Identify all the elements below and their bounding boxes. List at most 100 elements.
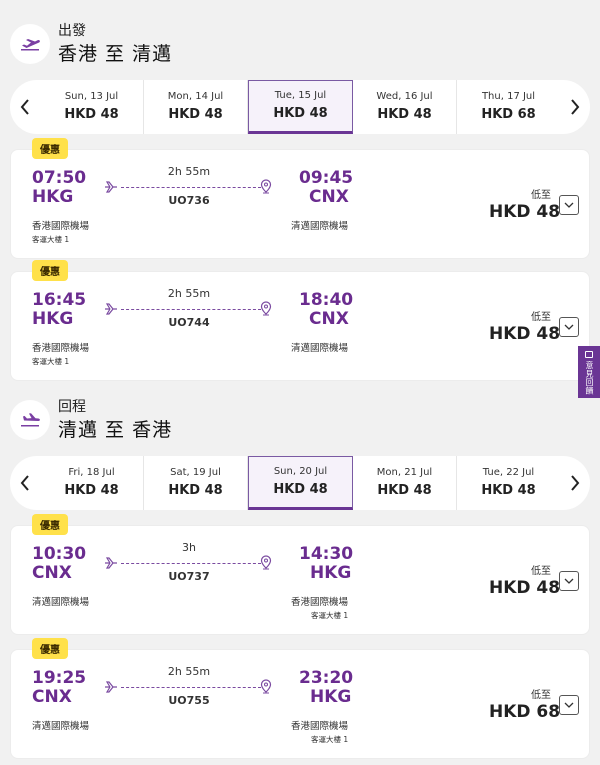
date-label: Tue, 22 Jul bbox=[482, 467, 535, 478]
from-price-label: 低至 bbox=[531, 690, 551, 701]
departure-time: 10:30 bbox=[32, 544, 87, 564]
fare-price: HKD 48 bbox=[489, 578, 561, 598]
feedback-icon bbox=[585, 351, 593, 358]
date-price: HKD 48 bbox=[481, 483, 536, 498]
chevron-left-icon bbox=[20, 99, 29, 115]
flight-number: UO755 bbox=[168, 694, 210, 707]
expand-fare-button[interactable] bbox=[559, 317, 579, 337]
fare-price: HKD 68 bbox=[489, 702, 561, 722]
arrival-terminal: 客運大樓 1 bbox=[311, 735, 349, 744]
arrival-terminal: 客運大樓 1 bbox=[311, 611, 349, 620]
date-price: HKD 48 bbox=[273, 106, 328, 121]
date-price: HKD 48 bbox=[64, 107, 119, 122]
from-price-label: 低至 bbox=[531, 566, 551, 577]
departure-airport: 清邁國際機場 bbox=[32, 721, 90, 732]
arrival-code: CNX bbox=[309, 309, 349, 329]
date-label: Mon, 14 Jul bbox=[167, 91, 224, 102]
date-label: Sat, 19 Jul bbox=[170, 467, 221, 478]
location-pin-icon bbox=[260, 301, 272, 316]
arrival-airport: 香港國際機場 bbox=[291, 721, 349, 732]
flight-number: UO744 bbox=[168, 316, 210, 329]
chevron-left-icon bbox=[20, 475, 29, 491]
departure-time: 16:45 bbox=[32, 290, 87, 310]
date-price: HKD 68 bbox=[481, 107, 536, 122]
flight-card[interactable]: 優惠 10:30 CNX 清邁國際機場 3h UO737 14:30 HKG 香… bbox=[10, 514, 590, 635]
deal-badge: 優惠 bbox=[32, 514, 68, 535]
arrival-time: 09:45 bbox=[299, 168, 354, 188]
arrival-code: HKG bbox=[310, 687, 352, 707]
flight-card[interactable]: 優惠 16:45 HKG 香港國際機場 客運大樓 1 2h 55m UO744 … bbox=[10, 260, 590, 381]
flight-card[interactable]: 優惠 19:25 CNX 清邁國際機場 2h 55m UO755 23:20 H… bbox=[10, 638, 590, 759]
plane-icon bbox=[105, 303, 117, 315]
deal-badge: 優惠 bbox=[32, 638, 68, 659]
location-pin-icon bbox=[260, 179, 272, 194]
date-label: Sun, 20 Jul bbox=[273, 466, 328, 477]
arrival-time: 23:20 bbox=[299, 668, 354, 688]
deal-badge: 優惠 bbox=[32, 260, 68, 281]
prev-dates-button[interactable] bbox=[10, 80, 40, 134]
date-option[interactable]: Mon, 14 Jul HKD 48 bbox=[144, 80, 248, 134]
date-label: Wed, 16 Jul bbox=[376, 91, 433, 102]
chevron-down-icon bbox=[564, 324, 574, 330]
next-dates-button[interactable] bbox=[560, 456, 590, 510]
deal-badge: 優惠 bbox=[32, 138, 68, 159]
date-label: Fri, 18 Jul bbox=[68, 467, 115, 478]
date-label: Mon, 21 Jul bbox=[376, 467, 433, 478]
flight-number: UO737 bbox=[168, 570, 210, 583]
feedback-tab[interactable]: 意見回饋 bbox=[578, 346, 600, 398]
outbound-route: 香港 至 清邁 bbox=[58, 43, 173, 65]
date-price: HKD 48 bbox=[377, 107, 432, 122]
arrival-airport: 清邁國際機場 bbox=[291, 343, 349, 354]
fare-price: HKD 48 bbox=[489, 202, 561, 222]
date-option[interactable]: Tue, 22 Jul HKD 48 bbox=[457, 456, 560, 510]
inbound-route: 清邁 至 香港 bbox=[58, 419, 173, 441]
date-label: Thu, 17 Jul bbox=[481, 91, 536, 102]
outbound-date-strip: Sun, 13 Jul HKD 48 Mon, 14 Jul HKD 48 Tue,… bbox=[10, 80, 590, 134]
date-option[interactable]: Wed, 16 Jul HKD 48 bbox=[353, 80, 457, 134]
arrival-code: CNX bbox=[309, 187, 349, 207]
departure-code: CNX bbox=[32, 687, 72, 707]
flight-number: UO736 bbox=[168, 194, 210, 207]
from-price-label: 低至 bbox=[531, 190, 551, 201]
chevron-right-icon bbox=[571, 475, 580, 491]
date-option-selected[interactable]: Tue, 15 Jul HKD 48 bbox=[248, 80, 353, 134]
departure-code: HKG bbox=[32, 187, 74, 207]
expand-fare-button[interactable] bbox=[559, 195, 579, 215]
arrival-airport: 香港國際機場 bbox=[291, 597, 349, 608]
chevron-down-icon bbox=[564, 578, 574, 584]
fare-price: HKD 48 bbox=[489, 324, 561, 344]
expand-fare-button[interactable] bbox=[559, 695, 579, 715]
chevron-down-icon bbox=[564, 702, 574, 708]
chevron-right-icon bbox=[571, 99, 580, 115]
date-option[interactable]: Fri, 18 Jul HKD 48 bbox=[40, 456, 144, 510]
expand-fare-button[interactable] bbox=[559, 571, 579, 591]
outbound-header: 出發 香港 至 清邁 bbox=[10, 16, 172, 72]
date-price: HKD 48 bbox=[64, 483, 119, 498]
date-label: Sun, 13 Jul bbox=[64, 91, 119, 102]
departure-terminal: 客運大樓 1 bbox=[32, 235, 70, 244]
next-dates-button[interactable] bbox=[560, 80, 590, 134]
prev-dates-button[interactable] bbox=[10, 456, 40, 510]
plane-icon bbox=[105, 681, 117, 693]
chevron-down-icon bbox=[564, 202, 574, 208]
route-line bbox=[121, 309, 261, 310]
flight-duration: 2h 55m bbox=[167, 287, 211, 300]
date-option[interactable]: Sun, 13 Jul HKD 48 bbox=[40, 80, 144, 134]
arrival-time: 18:40 bbox=[299, 290, 354, 310]
date-option-selected[interactable]: Sun, 20 Jul HKD 48 bbox=[248, 456, 353, 510]
plane-takeoff-icon bbox=[10, 24, 50, 64]
date-option[interactable]: Sat, 19 Jul HKD 48 bbox=[144, 456, 248, 510]
date-price: HKD 48 bbox=[377, 483, 432, 498]
flight-selection-page: 出發 香港 至 清邁 Sun, 13 Jul HKD 48 Mon, 14 Jul… bbox=[0, 0, 600, 765]
departure-code: CNX bbox=[32, 563, 72, 583]
arrival-airport: 清邁國際機場 bbox=[291, 221, 349, 232]
departure-airport: 香港國際機場 bbox=[32, 221, 90, 232]
plane-icon bbox=[105, 181, 117, 193]
flight-card[interactable]: 優惠 07:50 HKG 香港國際機場 客運大樓 1 2h 55m UO736 … bbox=[10, 138, 590, 259]
location-pin-icon bbox=[260, 555, 272, 570]
date-option[interactable]: Mon, 21 Jul HKD 48 bbox=[353, 456, 457, 510]
date-label: Tue, 15 Jul bbox=[274, 90, 327, 101]
departure-terminal: 客運大樓 1 bbox=[32, 357, 70, 366]
location-pin-icon bbox=[260, 679, 272, 694]
date-option[interactable]: Thu, 17 Jul HKD 68 bbox=[457, 80, 560, 134]
